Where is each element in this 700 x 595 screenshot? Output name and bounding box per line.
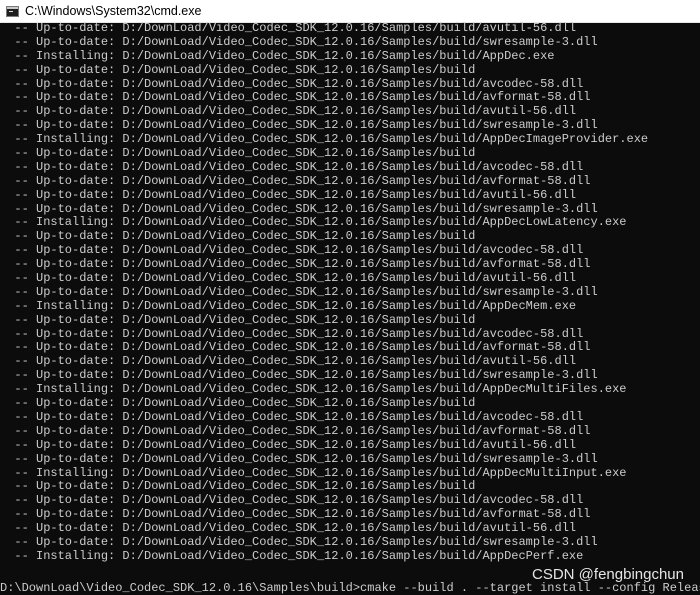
console-line: -- Up-to-date: D:/DownLoad/Video_Codec_S… bbox=[0, 104, 577, 119]
console-line: -- Installing: D:/DownLoad/Video_Codec_S… bbox=[0, 382, 627, 397]
cmd-icon bbox=[6, 5, 19, 17]
console-line: -- Up-to-date: D:/DownLoad/Video_Codec_S… bbox=[0, 437, 577, 452]
console-line: -- Up-to-date: D:/DownLoad/Video_Codec_S… bbox=[0, 34, 598, 49]
console-line: -- Installing: D:/DownLoad/Video_Codec_S… bbox=[0, 132, 649, 147]
console-output[interactable]: -- Up-to-date: D:/DownLoad/Video_Codec_S… bbox=[0, 22, 700, 595]
window-title: C:\Windows\System32\cmd.exe bbox=[25, 4, 202, 18]
console-lines: -- Up-to-date: D:/DownLoad/Video_Codec_S… bbox=[0, 22, 700, 564]
cmd-window: C:\Windows\System32\cmd.exe -- Up-to-dat… bbox=[0, 0, 700, 595]
console-line: -- Up-to-date: D:/DownLoad/Video_Codec_S… bbox=[0, 62, 476, 77]
title-bar[interactable]: C:\Windows\System32\cmd.exe bbox=[0, 0, 700, 23]
console-line: -- Installing: D:/DownLoad/Video_Codec_S… bbox=[0, 465, 627, 480]
console-line: -- Up-to-date: D:/DownLoad/Video_Codec_S… bbox=[0, 396, 476, 411]
console-line: -- Installing: D:/DownLoad/Video_Codec_S… bbox=[0, 548, 584, 563]
console-line: -- Up-to-date: D:/DownLoad/Video_Codec_S… bbox=[0, 271, 577, 286]
console-line: -- Up-to-date: D:/DownLoad/Video_Codec_S… bbox=[0, 451, 598, 466]
console-line: -- Up-to-date: D:/DownLoad/Video_Codec_S… bbox=[0, 534, 598, 549]
console-line: -- Installing: D:/DownLoad/Video_Codec_S… bbox=[0, 215, 627, 230]
console-line: -- Up-to-date: D:/DownLoad/Video_Codec_S… bbox=[0, 493, 584, 508]
console-line: -- Up-to-date: D:/DownLoad/Video_Codec_S… bbox=[0, 187, 577, 202]
console-line: -- Installing: D:/DownLoad/Video_Codec_S… bbox=[0, 48, 555, 63]
console-line: -- Up-to-date: D:/DownLoad/Video_Codec_S… bbox=[0, 423, 591, 438]
console-line: -- Up-to-date: D:/DownLoad/Video_Codec_S… bbox=[0, 201, 598, 216]
console-line: -- Up-to-date: D:/DownLoad/Video_Codec_S… bbox=[0, 90, 591, 105]
console-line: -- Up-to-date: D:/DownLoad/Video_Codec_S… bbox=[0, 257, 591, 272]
console-line: -- Up-to-date: D:/DownLoad/Video_Codec_S… bbox=[0, 507, 591, 522]
console-line: -- Up-to-date: D:/DownLoad/Video_Codec_S… bbox=[0, 340, 591, 355]
console-line: -- Up-to-date: D:/DownLoad/Video_Codec_S… bbox=[0, 22, 577, 35]
console-line: -- Up-to-date: D:/DownLoad/Video_Codec_S… bbox=[0, 159, 584, 174]
console-line: -- Up-to-date: D:/DownLoad/Video_Codec_S… bbox=[0, 409, 584, 424]
console-line: -- Up-to-date: D:/DownLoad/Video_Codec_S… bbox=[0, 354, 577, 369]
console-line: -- Up-to-date: D:/DownLoad/Video_Codec_S… bbox=[0, 284, 598, 299]
console-line: -- Up-to-date: D:/DownLoad/Video_Codec_S… bbox=[0, 368, 598, 383]
console-line: -- Installing: D:/DownLoad/Video_Codec_S… bbox=[0, 298, 577, 313]
console-line: -- Up-to-date: D:/DownLoad/Video_Codec_S… bbox=[0, 76, 584, 91]
console-line: -- Up-to-date: D:/DownLoad/Video_Codec_S… bbox=[0, 521, 577, 536]
watermark-text: CSDN @fengbingchun bbox=[532, 566, 684, 583]
console-line: -- Up-to-date: D:/DownLoad/Video_Codec_S… bbox=[0, 326, 584, 341]
console-line: -- Up-to-date: D:/DownLoad/Video_Codec_S… bbox=[0, 312, 476, 327]
console-line: -- Up-to-date: D:/DownLoad/Video_Codec_S… bbox=[0, 229, 476, 244]
console-line: -- Up-to-date: D:/DownLoad/Video_Codec_S… bbox=[0, 146, 476, 161]
console-line: -- Up-to-date: D:/DownLoad/Video_Codec_S… bbox=[0, 479, 476, 494]
console-line: -- Up-to-date: D:/DownLoad/Video_Codec_S… bbox=[0, 243, 584, 258]
console-line: -- Up-to-date: D:/DownLoad/Video_Codec_S… bbox=[0, 118, 598, 133]
console-line: -- Up-to-date: D:/DownLoad/Video_Codec_S… bbox=[0, 173, 591, 188]
